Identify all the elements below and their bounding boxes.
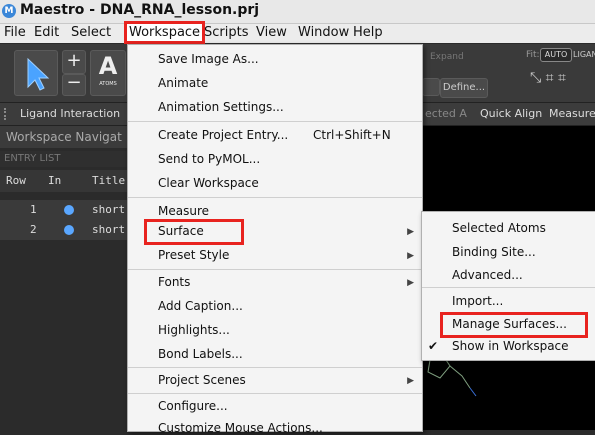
atoms-pick-button[interactable]: A ATOMS — [90, 50, 126, 96]
menu-item-add-caption[interactable]: Add Caption... — [158, 299, 243, 313]
menu-bar: File Edit Select Workspace Scripts View … — [0, 21, 595, 44]
menu-item-create-project-entry[interactable]: Create Project Entry... — [158, 128, 288, 142]
expand-dropdown[interactable]: Expand — [430, 52, 464, 62]
add-selection-button[interactable]: + — [62, 50, 86, 74]
shortcut-create-project-entry: Ctrl+Shift+N — [313, 128, 391, 142]
menu-item-measure[interactable]: Measure — [158, 204, 209, 218]
tab-ligand-interaction[interactable]: Ligand Interaction — [20, 107, 120, 120]
fit-label: Fit: — [526, 50, 540, 60]
window-title: Maestro - DNA_RNA_lesson.prj — [20, 2, 260, 18]
menu-file[interactable]: File — [4, 25, 26, 40]
menu-help[interactable]: Help — [353, 25, 383, 40]
entry-list-label: ENTRY LIST — [0, 151, 134, 167]
column-title[interactable]: Title — [92, 170, 125, 192]
row-number: 2 — [30, 223, 37, 236]
tab-selected-atoms[interactable]: ected A — [425, 107, 467, 120]
menu-item-surface[interactable]: Surface — [158, 224, 204, 238]
submenu-item-binding-site[interactable]: Binding Site... — [452, 245, 536, 259]
menu-window[interactable]: Window — [298, 25, 349, 40]
toolbar-small-button[interactable] — [422, 78, 440, 96]
atoms-letter: A — [98, 52, 118, 80]
menu-divider — [128, 269, 422, 270]
menu-divider — [422, 287, 595, 288]
menu-item-customize-mouse-actions[interactable]: Customize Mouse Actions... — [158, 421, 323, 435]
menu-scripts[interactable]: Scripts — [204, 25, 248, 40]
submenu-item-advanced[interactable]: Advanced... — [452, 268, 523, 282]
submenu-arrow-icon: ▶ — [407, 376, 414, 386]
maestro-logo-icon: M — [2, 4, 16, 18]
table-row[interactable]: 1 short — [0, 200, 130, 220]
checkmark-icon: ✔ — [428, 339, 439, 353]
submenu-arrow-icon: ▶ — [407, 227, 414, 237]
submenu-arrow-icon: ▶ — [407, 278, 414, 288]
surface-submenu: Selected Atoms Binding Site... Advanced.… — [421, 211, 595, 361]
atoms-label: ATOMS — [99, 81, 117, 87]
include-toggle-icon[interactable] — [64, 225, 74, 235]
workspace-menu: Save Image As... Animate Animation Setti… — [127, 44, 423, 435]
tab-quick-align[interactable]: Quick Align — [480, 107, 542, 120]
menu-divider — [128, 121, 422, 122]
menu-divider — [128, 197, 422, 198]
submenu-arrow-icon: ▶ — [407, 251, 414, 261]
submenu-item-manage-surfaces[interactable]: Manage Surfaces... — [452, 317, 567, 331]
fit-auto-button[interactable]: AUTO — [540, 48, 572, 62]
menu-item-bond-labels[interactable]: Bond Labels... — [158, 347, 243, 361]
menu-item-project-scenes[interactable]: Project Scenes — [158, 373, 246, 387]
menu-item-animate[interactable]: Animate — [158, 76, 208, 90]
menu-item-fonts[interactable]: Fonts — [158, 275, 190, 289]
menu-item-save-image[interactable]: Save Image As... — [158, 52, 259, 66]
include-toggle-icon[interactable] — [64, 205, 74, 215]
menu-item-configure[interactable]: Configure... — [158, 399, 228, 413]
submenu-item-show-in-workspace[interactable]: Show in Workspace — [452, 339, 569, 353]
menu-view[interactable]: View — [256, 25, 287, 40]
title-bar: M Maestro - DNA_RNA_lesson.prj — [0, 0, 595, 24]
column-in[interactable]: In — [48, 170, 61, 192]
menu-item-preset-style[interactable]: Preset Style — [158, 248, 229, 262]
entry-table-header: Row In Title — [0, 170, 130, 192]
menu-item-clear-workspace[interactable]: Clear Workspace — [158, 176, 259, 190]
menu-item-highlights[interactable]: Highlights... — [158, 323, 230, 337]
tab-measure[interactable]: Measure — [549, 107, 595, 120]
workspace-navigator-header[interactable]: Workspace Navigat — [0, 126, 136, 148]
menu-select[interactable]: Select — [71, 25, 111, 40]
menu-item-send-to-pymol[interactable]: Send to PyMOL... — [158, 152, 260, 166]
menu-edit[interactable]: Edit — [34, 25, 59, 40]
fit-to-screen-icon[interactable]: ⤡ ⌗ ⌗ — [530, 70, 566, 86]
submenu-item-import[interactable]: Import... — [452, 294, 503, 308]
drag-handle-icon[interactable] — [4, 108, 9, 120]
table-row[interactable]: 2 short — [0, 220, 130, 240]
define-button[interactable]: Define... — [440, 78, 488, 98]
row-title: short — [92, 203, 126, 216]
column-row[interactable]: Row — [6, 170, 26, 192]
row-title: short — [92, 223, 126, 236]
menu-item-animation-settings[interactable]: Animation Settings... — [158, 100, 284, 114]
select-tool-button[interactable] — [14, 50, 58, 96]
submenu-item-selected-atoms[interactable]: Selected Atoms — [452, 221, 546, 235]
fit-ligand-button[interactable]: LIGAN — [573, 50, 595, 59]
menu-workspace[interactable]: Workspace — [124, 21, 206, 44]
remove-selection-button[interactable]: − — [62, 74, 86, 96]
menu-divider — [128, 367, 422, 368]
pointer-arrow-icon — [27, 57, 50, 91]
row-number: 1 — [30, 203, 37, 216]
menu-divider — [128, 393, 422, 394]
